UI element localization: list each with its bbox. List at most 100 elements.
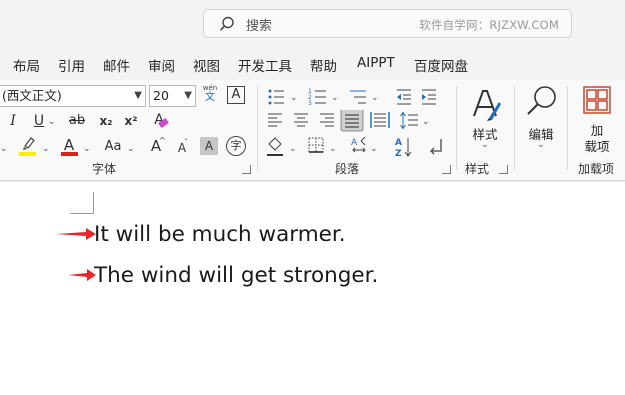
- char-shading-glyph: A: [204, 139, 214, 153]
- increase-indent-icon: [422, 89, 436, 105]
- line-spacing-icon: [400, 111, 418, 130]
- borders-icon: [308, 137, 324, 153]
- char-border-button[interactable]: A: [227, 86, 245, 104]
- tab-review[interactable]: 审阅: [148, 55, 175, 75]
- styles-dialog-launcher-icon[interactable]: [499, 165, 508, 174]
- svg-text:3: 3: [308, 100, 312, 107]
- chevron-down-icon[interactable]: ⌄: [127, 144, 135, 154]
- italic-button[interactable]: I: [2, 110, 24, 132]
- svg-text:⌄: ⌄: [422, 117, 430, 127]
- show-marks-icon: [430, 139, 442, 155]
- shading-bucket-icon: [267, 137, 283, 156]
- justify-icon: [340, 110, 364, 132]
- tab-view[interactable]: 视图: [193, 55, 220, 75]
- font-size-combo[interactable]: 20 ▼: [149, 85, 196, 107]
- site-watermark: 软件自学网：RJZXW.COM: [419, 18, 559, 32]
- addins-button[interactable]: 加 载项: [578, 86, 618, 154]
- char-shading-button[interactable]: A: [200, 137, 218, 155]
- multilevel-list-icon: [350, 90, 366, 104]
- char-border-glyph: A: [231, 87, 241, 102]
- chevron-down-icon: ▼: [184, 90, 192, 101]
- tab-references[interactable]: 引用: [58, 55, 85, 75]
- highlight-button[interactable]: [17, 135, 39, 157]
- paragraph-group-label: 段落: [335, 162, 360, 176]
- styles-button[interactable]: 样式 ⌄: [466, 86, 504, 154]
- subscript-button[interactable]: x₂: [95, 110, 117, 132]
- svg-text:A: A: [395, 138, 402, 148]
- italic-glyph: I: [10, 113, 16, 129]
- superscript-button[interactable]: x²: [120, 110, 142, 132]
- group-separator: [567, 86, 568, 170]
- chevron-down-icon: ⌄: [481, 140, 489, 150]
- underline-button[interactable]: U: [28, 110, 50, 132]
- numbering-icon: 123: [308, 88, 326, 107]
- align-right-icon: [320, 113, 334, 127]
- enclose-char-button[interactable]: 字: [226, 136, 246, 156]
- chevron-down-icon[interactable]: ⌄: [42, 144, 50, 154]
- document-page[interactable]: It will be much warmer. The wind will ge…: [0, 182, 625, 395]
- editing-button[interactable]: 编辑 ⌄: [522, 84, 560, 154]
- tab-developer[interactable]: 开发工具: [238, 55, 292, 75]
- tab-help[interactable]: 帮助: [310, 55, 337, 75]
- chevron-down-icon: ▼: [134, 90, 142, 101]
- chinese-layout-icon: A: [351, 136, 366, 153]
- chevron-down-icon[interactable]: ⌄: [0, 144, 8, 154]
- menu-bar: 布局 引用 邮件 审阅 视图 开发工具 帮助 AIPPT 百度网盘: [0, 46, 625, 80]
- svg-text:⌄: ⌄: [331, 93, 339, 103]
- tab-baidu-netdisk[interactable]: 百度网盘: [414, 55, 468, 75]
- phonetic-guide-button[interactable]: wén 文: [199, 84, 221, 108]
- font-size-value: 20: [153, 88, 169, 103]
- search-icon: [219, 16, 234, 31]
- svg-text:⌄: ⌄: [289, 144, 297, 154]
- enclose-char-glyph: 字: [230, 139, 242, 152]
- underline-glyph: U: [33, 113, 45, 129]
- strikethrough-button[interactable]: ab: [66, 110, 88, 132]
- styles-icon: [473, 90, 501, 121]
- margin-mark-horizontal: [70, 213, 94, 214]
- phonetic-guide-top: wén: [202, 84, 218, 92]
- caret-up-icon: ^: [159, 136, 166, 145]
- distributed-icon: [370, 112, 390, 128]
- red-arrow-icon: [68, 269, 96, 281]
- font-color-button[interactable]: A: [58, 134, 80, 156]
- tab-mailings[interactable]: 邮件: [103, 55, 130, 75]
- font-name-combo[interactable]: (西文正文) ▼: [0, 85, 146, 107]
- change-case-glyph: Aa: [104, 139, 122, 154]
- group-separator: [456, 86, 457, 170]
- chevron-down-icon[interactable]: ⌄: [83, 144, 91, 154]
- document-line-2: The wind will get stronger.: [94, 263, 379, 288]
- find-magnifier-icon: [527, 86, 556, 115]
- paragraph-row-3: ⌄ ⌄ A ⌄ A Z: [267, 136, 442, 159]
- font-name-value: (西文正文): [2, 88, 62, 103]
- group-separator: [514, 86, 515, 170]
- document-line-1: It will be much warmer.: [94, 222, 346, 247]
- paragraph-dialog-launcher-icon[interactable]: [442, 165, 451, 174]
- subscript-glyph: x₂: [99, 114, 113, 128]
- shrink-font-button[interactable]: Aˇ: [171, 137, 193, 159]
- tab-layout[interactable]: 布局: [13, 55, 40, 75]
- decrease-indent-icon: [397, 89, 411, 105]
- font-color-bar: [61, 152, 78, 156]
- grow-font-button[interactable]: A ^: [145, 135, 167, 157]
- chevron-down-icon: ⌄: [537, 140, 545, 150]
- search-placeholder: 搜索: [246, 19, 273, 34]
- superscript-glyph: x²: [124, 114, 138, 128]
- svg-text:⌄: ⌄: [329, 144, 337, 154]
- chevron-down-icon[interactable]: ⌄: [48, 117, 56, 127]
- svg-text:⌄: ⌄: [290, 93, 298, 103]
- paragraph-row-1: ⌄ 123 ⌄ ⌄: [268, 88, 436, 107]
- caret-down-icon: ˇ: [184, 138, 188, 147]
- sort-icon: A Z: [395, 138, 412, 159]
- margin-mark-vertical: [93, 192, 94, 214]
- align-center-icon: [294, 113, 308, 127]
- change-case-button[interactable]: Aa: [100, 136, 126, 158]
- addins-label-line2: 载项: [584, 139, 610, 154]
- align-left-icon: [268, 113, 282, 127]
- clear-format-button[interactable]: A: [148, 109, 170, 131]
- paragraph-row-2: ⌄: [268, 110, 430, 132]
- search-box[interactable]: 搜索 软件自学网：RJZXW.COM: [203, 9, 572, 38]
- ribbon: (西文正文) ▼ 20 ▼ wén 文 A I U ⌄ ab x₂ x² A ⌄…: [0, 80, 625, 181]
- font-dialog-launcher-icon[interactable]: [242, 165, 251, 174]
- font-group-label: 字体: [92, 162, 117, 176]
- tab-aippt[interactable]: AIPPT: [357, 55, 395, 71]
